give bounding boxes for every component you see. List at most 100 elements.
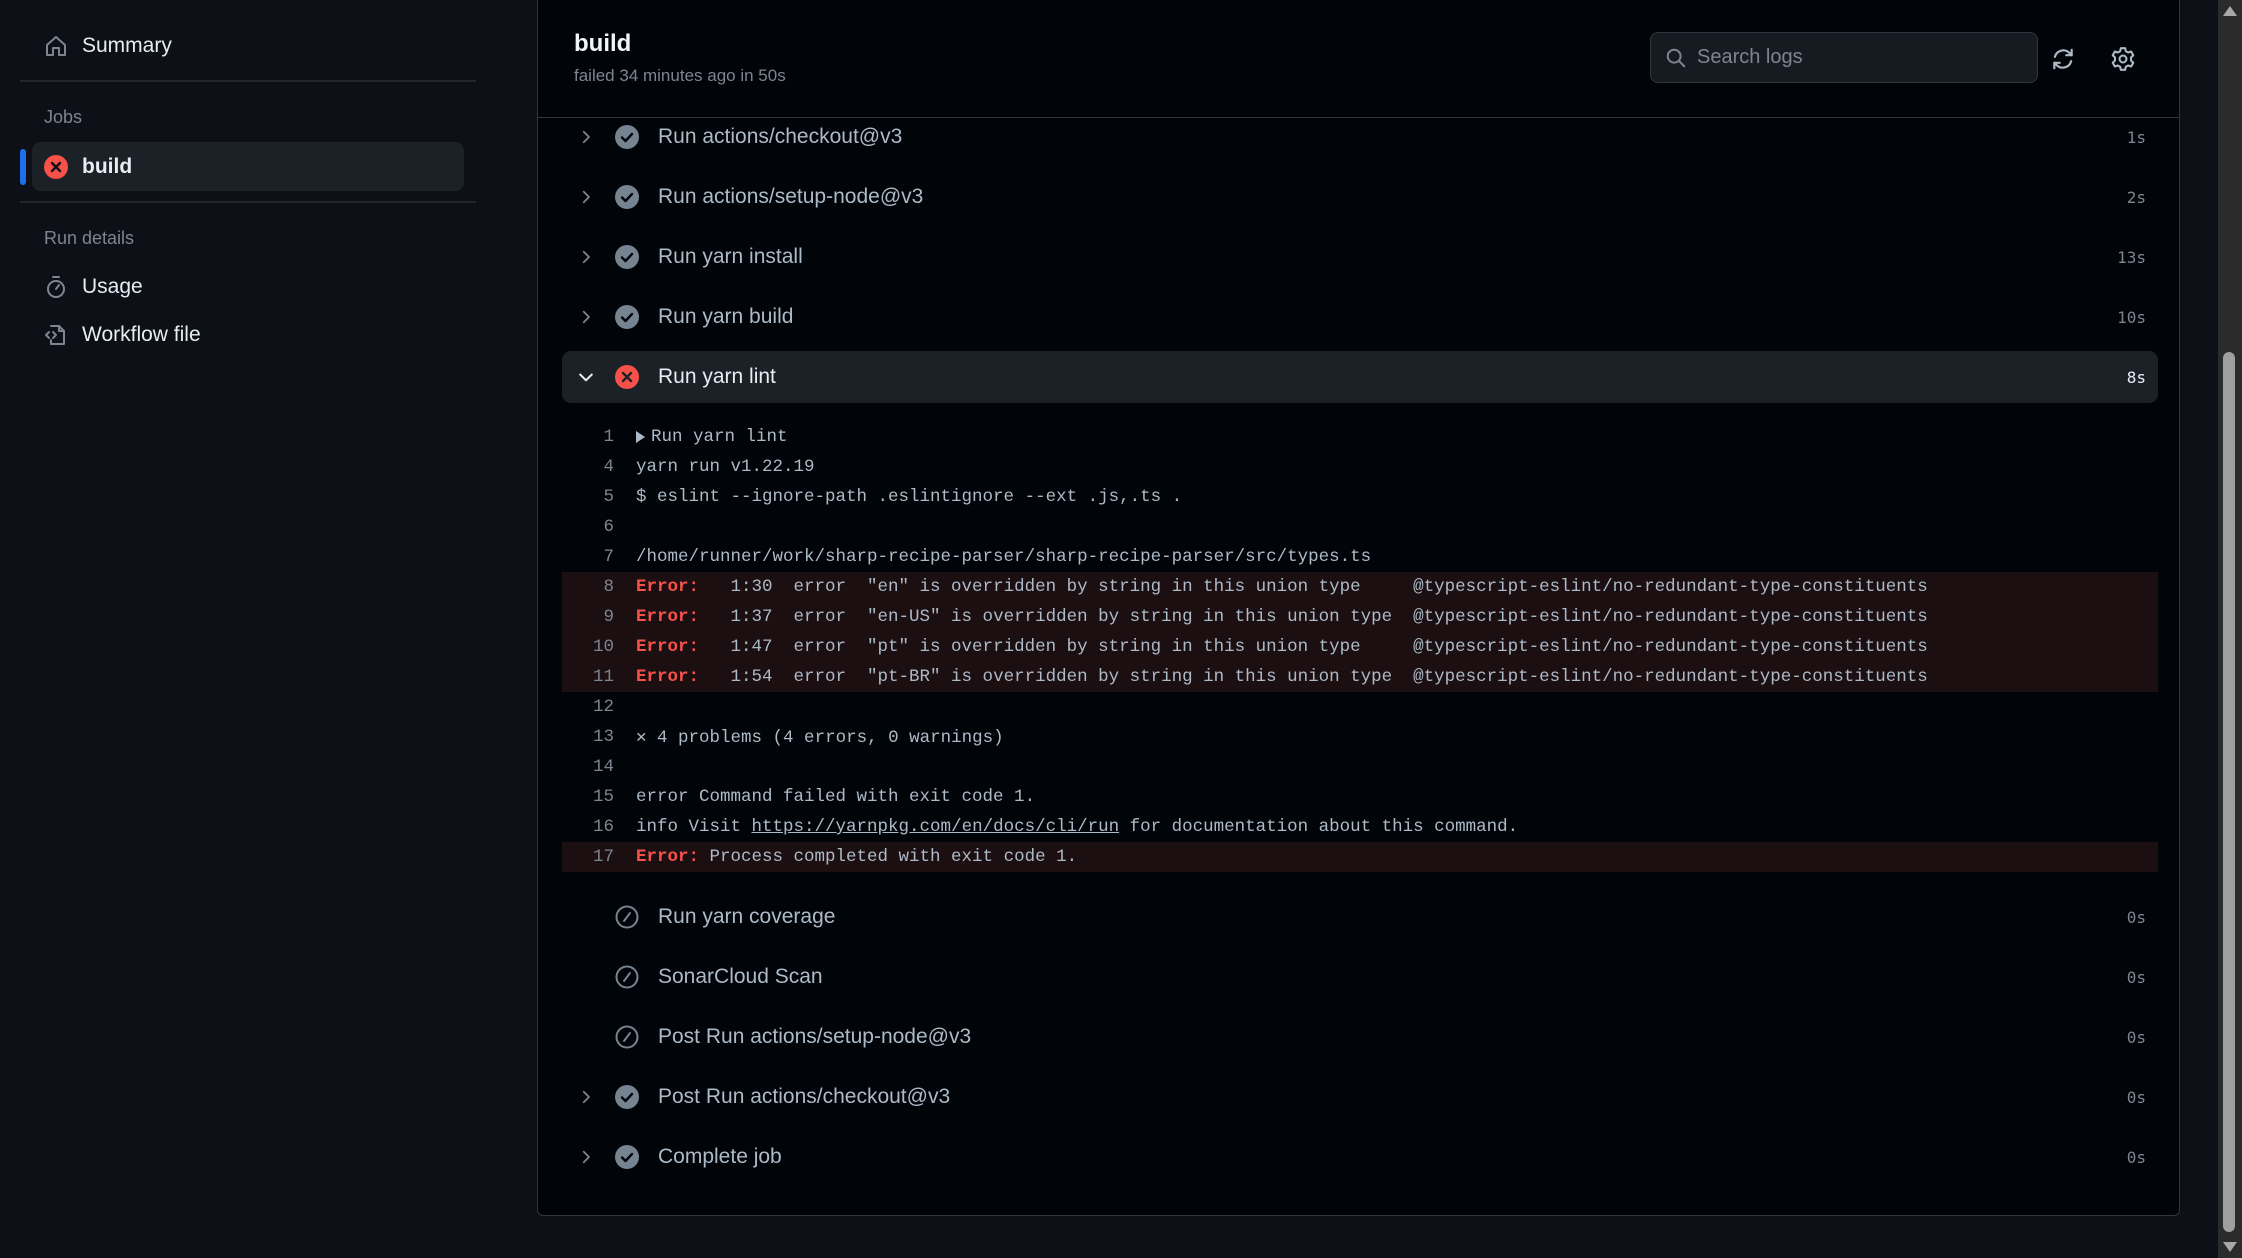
jobs-heading: Jobs bbox=[44, 107, 83, 127]
step-duration: 0s bbox=[2126, 1027, 2146, 1047]
search-icon bbox=[1665, 47, 1687, 69]
log-line: 7/home/runner/work/sharp-recipe-parser/s… bbox=[562, 542, 2158, 572]
docs-link[interactable]: https://yarnpkg.com/en/docs/cli/run bbox=[752, 817, 1120, 837]
line-number[interactable]: 5 bbox=[562, 487, 636, 507]
log-text: Process completed with exit code 1. bbox=[699, 847, 1078, 867]
error-label: Error: bbox=[636, 847, 700, 867]
expand-group-triangle-icon[interactable] bbox=[636, 431, 645, 443]
log-text: for documentation about this command. bbox=[1119, 817, 1519, 837]
job-title: build bbox=[574, 30, 632, 57]
chevron-right-icon[interactable] bbox=[576, 247, 596, 267]
stopwatch-icon bbox=[42, 273, 70, 301]
sidebar-item-summary[interactable]: Summary bbox=[42, 26, 172, 66]
step-row[interactable]: Run yarn install 13s bbox=[562, 231, 2158, 283]
check-circle-fill-icon bbox=[614, 244, 640, 270]
x-circle-fill-icon bbox=[614, 364, 640, 390]
log-line: 5 $ eslint --ignore-path .eslintignore --… bbox=[562, 482, 2158, 512]
sidebar-item-usage[interactable]: Usage bbox=[42, 267, 143, 307]
search-logs-field[interactable] bbox=[1650, 32, 2038, 83]
step-row[interactable]: Run yarn coverage 0s bbox=[562, 891, 2158, 943]
step-row[interactable]: Run yarn build 10s bbox=[562, 291, 2158, 343]
log-text: yarn run v1.22.19 bbox=[636, 457, 815, 477]
chevron-right-icon[interactable] bbox=[576, 127, 596, 147]
line-number[interactable]: 17 bbox=[562, 847, 636, 867]
line-number[interactable]: 10 bbox=[562, 637, 636, 657]
selected-indicator bbox=[20, 149, 26, 185]
sync-icon bbox=[2050, 46, 2076, 72]
log-text: error Command failed with exit code 1. bbox=[636, 787, 1036, 807]
sidebar-item-workflow-file[interactable]: Workflow file bbox=[42, 315, 201, 355]
page-scrollbar[interactable] bbox=[2218, 0, 2242, 1258]
check-circle-fill-icon bbox=[614, 124, 640, 150]
skip-icon bbox=[614, 964, 640, 990]
log-text: ✕ 4 problems (4 errors, 0 warnings) bbox=[636, 727, 1004, 748]
log-settings-button[interactable] bbox=[2108, 44, 2138, 74]
file-code-icon bbox=[42, 321, 70, 349]
search-logs-input[interactable] bbox=[1697, 46, 2017, 69]
chevron-down-icon[interactable] bbox=[576, 367, 596, 387]
step-name: Run actions/checkout@v3 bbox=[658, 125, 903, 148]
step-duration: 0s bbox=[2126, 1147, 2146, 1167]
scroll-down-arrow-icon[interactable] bbox=[2223, 1242, 2237, 1252]
scrollbar-thumb[interactable] bbox=[2223, 352, 2235, 1232]
error-label: Error: bbox=[636, 637, 700, 657]
line-number[interactable]: 12 bbox=[562, 697, 636, 717]
log-line: 14 bbox=[562, 752, 2158, 782]
line-number[interactable]: 13 bbox=[562, 727, 636, 747]
chevron-right-icon[interactable] bbox=[576, 187, 596, 207]
line-number[interactable]: 6 bbox=[562, 517, 636, 537]
log-line: 6 bbox=[562, 512, 2158, 542]
log-text[interactable]: Run yarn lint bbox=[651, 427, 788, 447]
line-number[interactable]: 1 bbox=[562, 427, 636, 447]
step-name: Run yarn install bbox=[658, 245, 803, 268]
chevron-right-icon[interactable] bbox=[576, 1087, 596, 1107]
error-label: Error: bbox=[636, 667, 700, 687]
job-label: build bbox=[82, 154, 133, 178]
log-text: 1:30 error "en" is overridden by string … bbox=[699, 577, 1928, 597]
skip-icon bbox=[614, 1024, 640, 1050]
chevron-right-icon[interactable] bbox=[576, 1147, 596, 1167]
sidebar-item-label: Workflow file bbox=[82, 323, 201, 346]
step-name: Post Run actions/setup-node@v3 bbox=[658, 1025, 972, 1048]
sidebar-item-label: Summary bbox=[82, 34, 172, 57]
line-number[interactable]: 8 bbox=[562, 577, 636, 597]
log-line: 1 Run yarn lint bbox=[562, 422, 2158, 452]
line-number[interactable]: 16 bbox=[562, 817, 636, 837]
log-line: 4 yarn run v1.22.19 bbox=[562, 452, 2158, 482]
log-text: 1:37 error "en-US" is overridden by stri… bbox=[699, 607, 1928, 627]
step-row[interactable]: Run yarn lint 8s bbox=[562, 351, 2158, 403]
line-number[interactable]: 11 bbox=[562, 667, 636, 687]
log-line: 13 ✕ 4 problems (4 errors, 0 warnings) bbox=[562, 722, 2158, 752]
sidebar: Summary Jobs build Run details Usage Wor… bbox=[0, 0, 537, 1258]
chevron-right-icon[interactable] bbox=[576, 307, 596, 327]
line-number[interactable]: 7 bbox=[562, 547, 636, 567]
log-line-error: 17 Error: Process completed with exit cod… bbox=[562, 842, 2158, 872]
step-duration: 2s bbox=[2126, 187, 2146, 207]
line-number[interactable]: 9 bbox=[562, 607, 636, 627]
step-row[interactable]: Post Run actions/setup-node@v3 0s bbox=[562, 1011, 2158, 1063]
scroll-up-arrow-icon[interactable] bbox=[2223, 6, 2237, 16]
log-line-error: 10 Error: 1:47 error "pt" is overridden b… bbox=[562, 632, 2158, 662]
log-text: $ eslint --ignore-path .eslintignore --e… bbox=[636, 487, 1183, 507]
gear-icon bbox=[2110, 46, 2136, 72]
divider bbox=[20, 201, 476, 203]
step-row[interactable]: Post Run actions/checkout@v3 0s bbox=[562, 1071, 2158, 1123]
step-row[interactable]: Complete job 0s bbox=[562, 1131, 2158, 1183]
sidebar-job-build[interactable]: build bbox=[32, 142, 464, 191]
step-row[interactable]: Run actions/setup-node@v3 2s bbox=[562, 171, 2158, 223]
check-circle-fill-icon bbox=[614, 184, 640, 210]
refresh-button[interactable] bbox=[2048, 44, 2078, 74]
step-row[interactable]: SonarCloud Scan 0s bbox=[562, 951, 2158, 1003]
log-text: info Visit bbox=[636, 817, 752, 837]
line-number[interactable]: 14 bbox=[562, 757, 636, 777]
step-row[interactable]: Run actions/checkout@v3 1s bbox=[562, 111, 2158, 163]
step-name: Run actions/setup-node@v3 bbox=[658, 185, 924, 208]
step-name: Post Run actions/checkout@v3 bbox=[658, 1085, 951, 1108]
step-duration: 0s bbox=[2126, 907, 2146, 927]
line-number[interactable]: 4 bbox=[562, 457, 636, 477]
error-label: Error: bbox=[636, 607, 700, 627]
log-text: 1:54 error "pt-BR" is overridden by stri… bbox=[699, 667, 1928, 687]
line-number[interactable]: 15 bbox=[562, 787, 636, 807]
step-duration: 0s bbox=[2126, 1087, 2146, 1107]
log-text: 1:47 error "pt" is overridden by string … bbox=[699, 637, 1928, 657]
